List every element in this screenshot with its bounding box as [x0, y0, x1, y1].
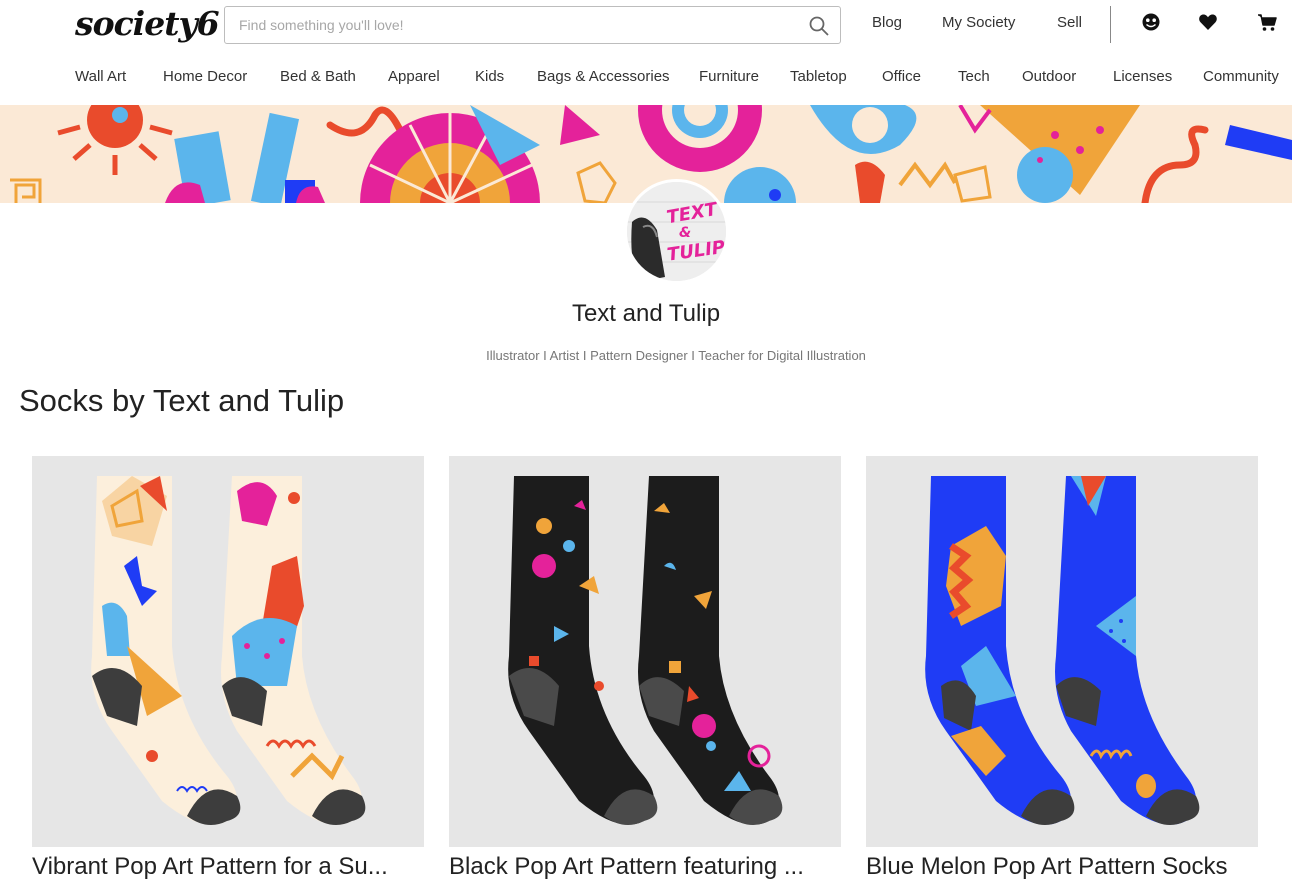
profile-icon[interactable]: [1141, 12, 1161, 32]
cart-icon[interactable]: [1257, 12, 1277, 32]
sock-illustration: [449, 456, 841, 847]
product-card[interactable]: Blue Melon Pop Art Pattern Socks: [866, 456, 1258, 880]
artist-avatar-image: TEXT & TULIP: [627, 182, 726, 281]
my-society-link[interactable]: My Society: [942, 14, 1015, 31]
product-card[interactable]: Black Pop Art Pattern featuring ...: [449, 456, 841, 880]
section-title: Socks by Text and Tulip: [19, 383, 345, 418]
nav-kids[interactable]: Kids: [475, 68, 504, 85]
product-title[interactable]: Black Pop Art Pattern featuring ...: [449, 852, 841, 882]
product-title[interactable]: Vibrant Pop Art Pattern for a Su...: [32, 852, 424, 882]
nav-furniture[interactable]: Furniture: [699, 68, 759, 85]
nav-apparel[interactable]: Apparel: [388, 68, 440, 85]
nav-outdoor[interactable]: Outdoor: [1022, 68, 1076, 85]
header-divider: [1110, 6, 1111, 43]
artist-avatar[interactable]: TEXT & TULIP: [624, 179, 729, 284]
society6-logo[interactable]: society6: [75, 4, 220, 44]
nav-home-decor[interactable]: Home Decor: [163, 68, 247, 85]
product-card[interactable]: Vibrant Pop Art Pattern for a Su...: [32, 456, 424, 880]
sell-link[interactable]: Sell: [1057, 14, 1082, 31]
svg-text:&: &: [679, 225, 691, 241]
product-image[interactable]: [32, 456, 424, 847]
nav-tabletop[interactable]: Tabletop: [790, 68, 847, 85]
heart-icon[interactable]: [1198, 12, 1218, 32]
site-header: society6 Blog My Society Sell: [0, 0, 1292, 50]
sock-illustration: [32, 456, 424, 847]
nav-tech[interactable]: Tech: [958, 68, 990, 85]
nav-wall-art[interactable]: Wall Art: [75, 68, 126, 85]
search-bar: [224, 6, 841, 44]
search-icon[interactable]: [808, 15, 830, 37]
artist-name: Text and Tulip: [571, 300, 721, 327]
blog-link[interactable]: Blog: [872, 14, 902, 31]
nav-bed-bath[interactable]: Bed & Bath: [280, 68, 356, 85]
nav-licenses[interactable]: Licenses: [1113, 68, 1172, 85]
sock-illustration: [866, 456, 1258, 847]
product-title[interactable]: Blue Melon Pop Art Pattern Socks: [866, 852, 1258, 882]
nav-community[interactable]: Community: [1203, 68, 1279, 85]
search-input[interactable]: [239, 7, 799, 43]
product-image[interactable]: [866, 456, 1258, 847]
category-nav: Wall Art Home Decor Bed & Bath Apparel K…: [0, 60, 1292, 96]
product-image[interactable]: [449, 456, 841, 847]
nav-office[interactable]: Office: [882, 68, 921, 85]
nav-bags-accessories[interactable]: Bags & Accessories: [537, 68, 670, 85]
artist-bio: Illustrator I Artist I Pattern Designer …: [486, 348, 866, 363]
